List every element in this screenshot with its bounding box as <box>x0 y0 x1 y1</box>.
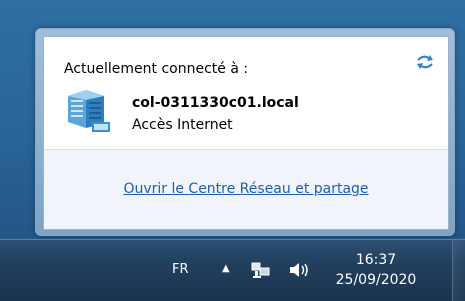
network-tray-icon[interactable] <box>251 261 271 279</box>
connected-header: Actuellement connecté à : <box>64 61 249 77</box>
network-access-status: Accès Internet <box>132 117 233 133</box>
open-network-center-link[interactable]: Ouvrir le Centre Réseau et partage <box>44 181 448 197</box>
refresh-icon[interactable] <box>416 53 434 71</box>
network-flyout-panel: Actuellement connecté à : col-0311330c01… <box>43 36 449 230</box>
network-name: col-0311330c01.local <box>132 95 299 111</box>
taskbar: FR ▲ 16:37 25/09/2020 <box>0 239 465 301</box>
network-flyout: Actuellement connecté à : col-0311330c01… <box>35 28 455 236</box>
volume-tray-icon[interactable] <box>288 261 310 279</box>
domain-network-icon <box>64 88 110 132</box>
clock-date: 25/09/2020 <box>335 272 417 288</box>
clock-time: 16:37 <box>355 252 397 268</box>
show-desktop-button[interactable] <box>452 240 465 301</box>
flyout-footer: Ouvrir le Centre Réseau et partage <box>44 150 448 229</box>
clock[interactable]: 16:37 25/09/2020 <box>322 246 430 298</box>
language-indicator[interactable]: FR <box>172 262 189 277</box>
show-hidden-icons-button[interactable]: ▲ <box>222 263 230 274</box>
